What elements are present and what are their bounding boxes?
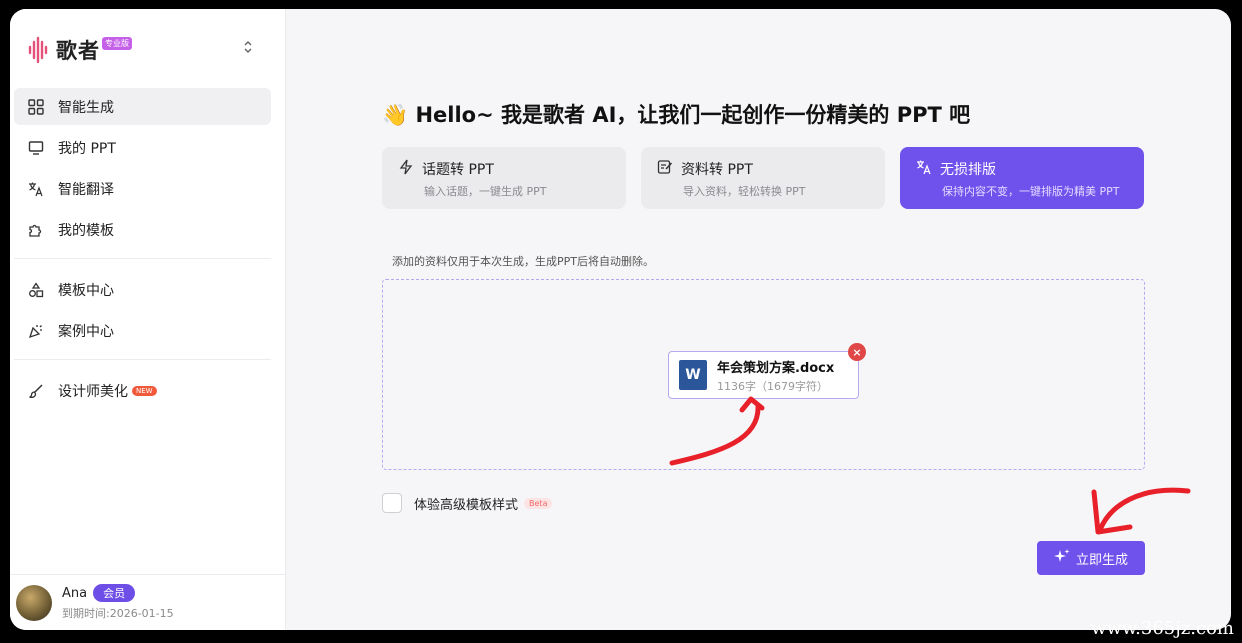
sidebar-item-my-ppt[interactable]: 我的 PPT — [14, 129, 271, 166]
sidebar: 歌者 专业版 智能生成 我的 PPT 智能翻译 我的模板 模板中心 案例中心 设… — [10, 9, 286, 630]
file-dropzone[interactable]: W 年会策划方案.docx 1136字（1679字符） × — [382, 279, 1145, 470]
sidebar-item-label: 案例中心 — [58, 323, 114, 340]
user-panel[interactable]: Ana 会员 到期时间:2026-01-15 — [10, 574, 286, 630]
generate-button[interactable]: 立即生成 — [1037, 541, 1145, 575]
user-name: Ana — [62, 585, 88, 601]
sidebar-item-label: 模板中心 — [58, 282, 114, 299]
brand-name: 歌者 — [56, 39, 100, 63]
sidebar-item-label: 智能生成 — [58, 99, 114, 116]
beta-badge: Beta — [524, 497, 553, 509]
file-meta: 1136字（1679字符） — [717, 379, 828, 393]
divider — [14, 258, 271, 259]
edit-doc-icon — [657, 159, 673, 179]
party-icon — [26, 321, 46, 341]
chevron-updown-icon[interactable] — [240, 37, 256, 57]
advanced-template-checkbox[interactable] — [382, 493, 402, 513]
watermark: www.365jz.com — [1091, 618, 1234, 639]
sidebar-item-smart-generate[interactable]: 智能生成 — [14, 88, 271, 125]
new-badge: NEW — [132, 385, 157, 396]
mode-title: 资料转 PPT — [681, 162, 753, 178]
sidebar-item-case-center[interactable]: 案例中心 — [14, 312, 271, 349]
sidebar-item-designer[interactable]: 设计师美化 NEW — [14, 372, 271, 409]
lightning-icon — [398, 159, 414, 179]
sidebar-item-translate[interactable]: 智能翻译 — [14, 170, 271, 207]
expire-date: 到期时间:2026-01-15 — [62, 607, 174, 620]
grid-icon — [26, 97, 46, 117]
generate-label: 立即生成 — [1075, 552, 1128, 568]
avatar[interactable] — [16, 584, 52, 621]
mode-desc: 保持内容不变，一键排版为精美 PPT — [942, 185, 1120, 198]
app-window: 歌者 专业版 智能生成 我的 PPT 智能翻译 我的模板 模板中心 案例中心 设… — [10, 9, 1231, 630]
close-icon[interactable]: × — [848, 343, 866, 361]
mode-card-document[interactable]: 资料转 PPT 导入资料，轻松转换 PPT — [641, 147, 885, 209]
page-title: 👋 Hello~ 我是歌者 AI，让我们一起创作一份精美的 PPT 吧 — [382, 103, 971, 127]
mode-card-lossless-layout[interactable]: 无损排版 保持内容不变，一键排版为精美 PPT — [900, 147, 1144, 209]
uploaded-file-card[interactable]: W 年会策划方案.docx 1136字（1679字符） × — [668, 343, 866, 399]
sidebar-item-label: 设计师美化 — [58, 383, 128, 400]
member-badge: 会员 — [93, 584, 136, 602]
sidebar-nav: 智能生成 我的 PPT 智能翻译 我的模板 模板中心 案例中心 设计师美化 NE… — [14, 88, 271, 413]
mode-desc: 输入话题，一键生成 PPT — [424, 185, 547, 198]
divider — [14, 359, 271, 360]
brand-badge: 专业版 — [102, 37, 132, 50]
mode-title: 话题转 PPT — [422, 162, 494, 178]
main-content: 👋 Hello~ 我是歌者 AI，让我们一起创作一份精美的 PPT 吧 话题转 … — [286, 9, 1231, 630]
translate-icon — [26, 179, 46, 199]
puzzle-icon — [26, 220, 46, 240]
sidebar-item-template-center[interactable]: 模板中心 — [14, 271, 271, 308]
sidebar-item-label: 智能翻译 — [58, 181, 114, 198]
word-file-icon: W — [679, 360, 707, 390]
checkbox-label: 体验高级模板样式 — [414, 497, 519, 513]
translate-icon — [916, 159, 932, 179]
monitor-icon — [26, 138, 46, 158]
sidebar-item-my-templates[interactable]: 我的模板 — [14, 211, 271, 248]
shapes-icon — [26, 280, 46, 300]
sparkle-icon — [1053, 548, 1070, 568]
mode-desc: 导入资料，轻松转换 PPT — [683, 185, 806, 198]
sidebar-item-label: 我的 PPT — [58, 140, 116, 157]
file-name: 年会策划方案.docx — [717, 360, 835, 376]
mode-card-topic[interactable]: 话题转 PPT 输入话题，一键生成 PPT — [382, 147, 626, 209]
sidebar-item-label: 我的模板 — [58, 222, 114, 239]
mode-title: 无损排版 — [940, 162, 996, 178]
brush-icon — [26, 381, 46, 401]
advanced-template-option[interactable]: 体验高级模板样式 Beta — [382, 493, 553, 513]
logo-icon — [28, 36, 48, 64]
privacy-notice: 添加的资料仅用于本次生成，生成PPT后将自动删除。 — [392, 255, 654, 268]
